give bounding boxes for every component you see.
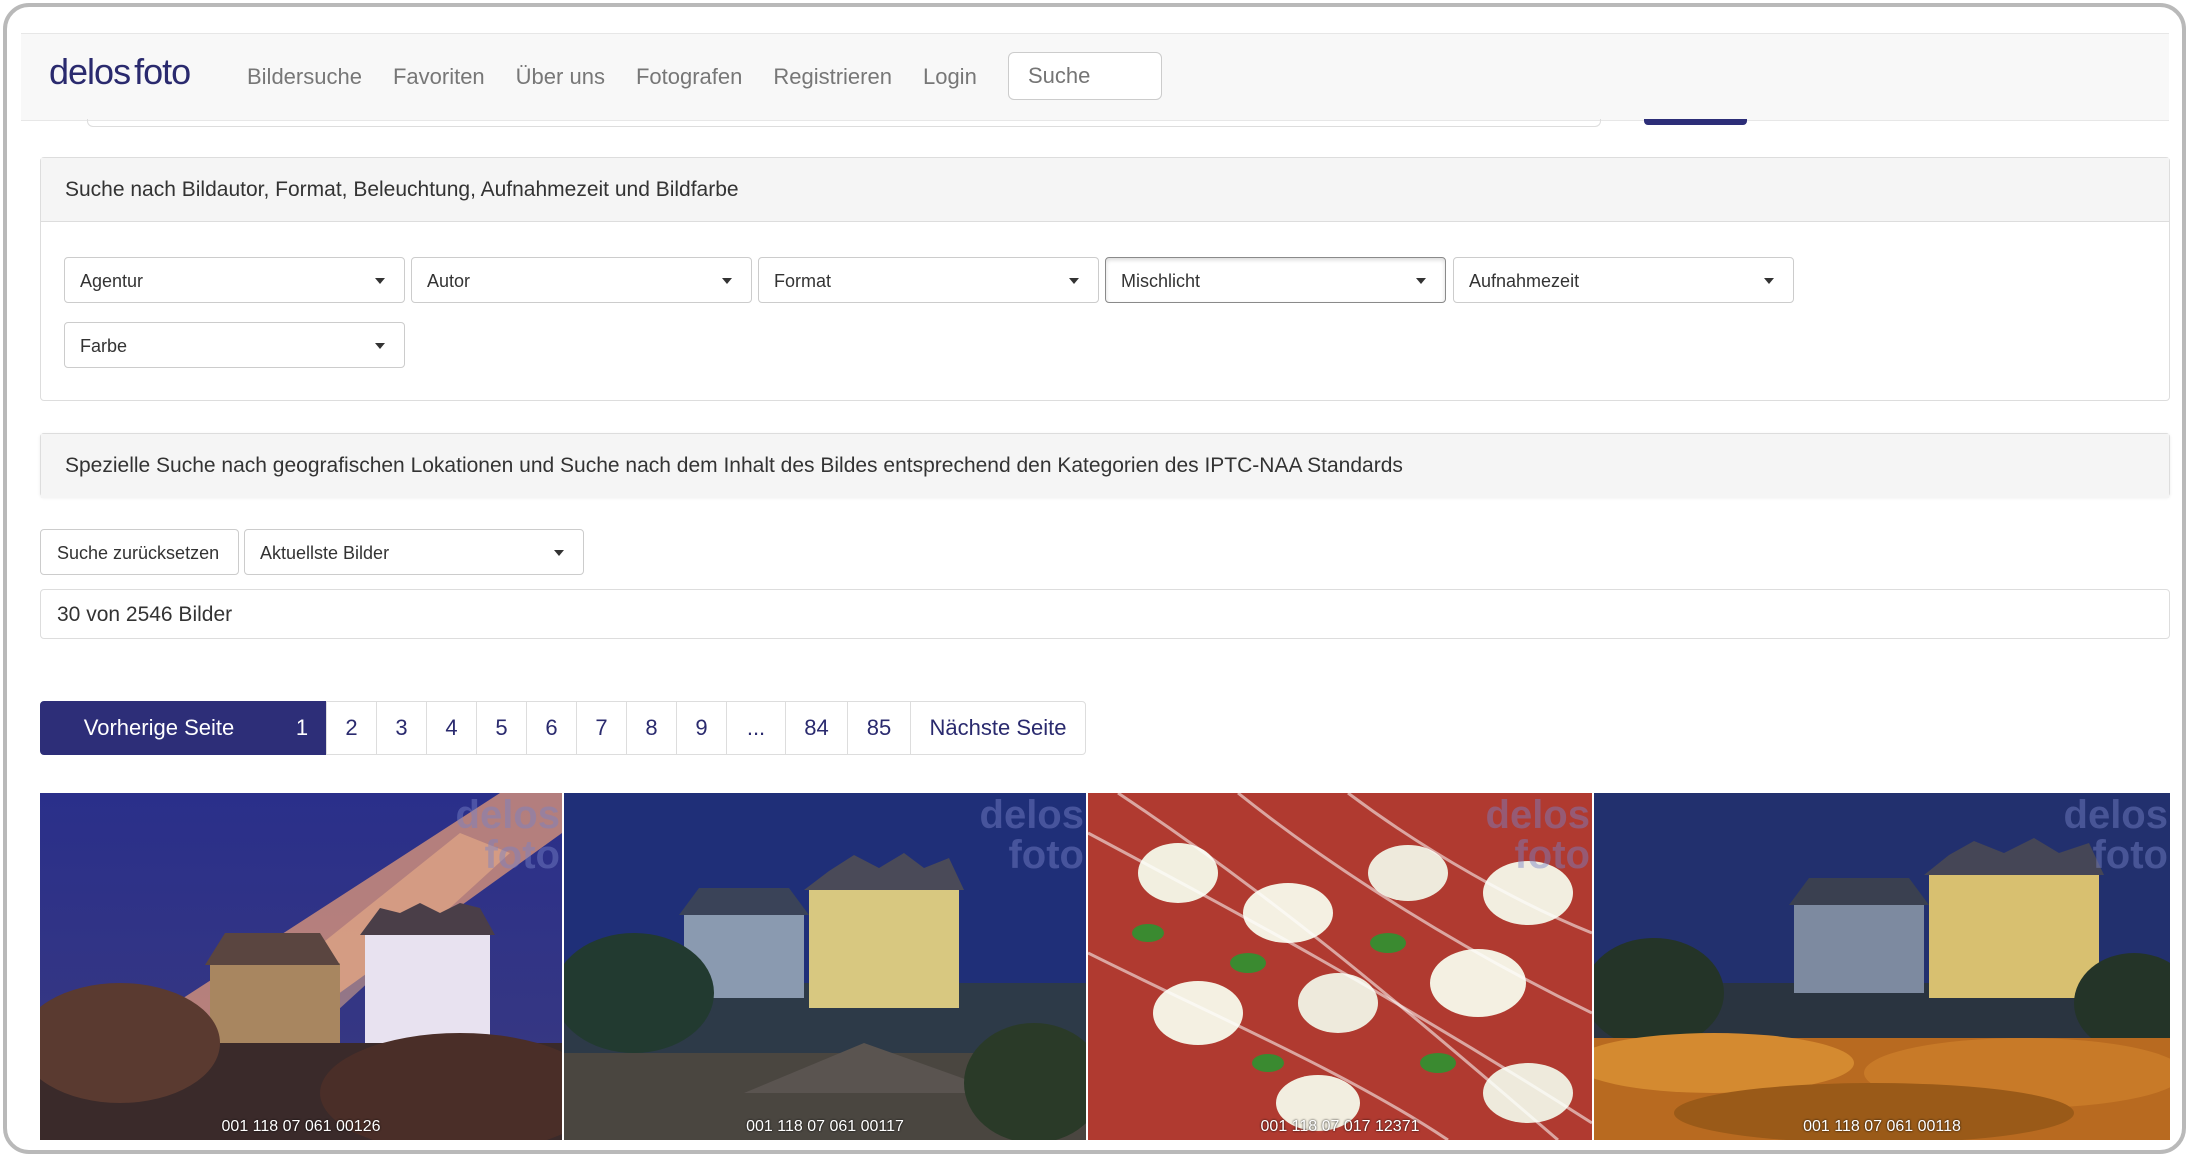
pagination-page[interactable]: 4 [426,701,477,755]
pagination-page[interactable]: 9 [676,701,727,755]
hidden-search-field-edge [87,119,1601,127]
dropdown-autor[interactable]: Autor [411,257,752,303]
nav-link-login[interactable]: Login [923,64,977,90]
sort-dropdown[interactable]: Aktuellste Bilder [244,529,584,575]
nav-link-fotografen[interactable]: Fotografen [636,64,742,90]
result-count: 30 von 2546 Bilder [40,589,2170,639]
watermark: delos foto [980,795,1084,875]
watermark: delos foto [2064,795,2168,875]
caret-down-icon [375,343,385,349]
watermark: delos foto [1486,795,1590,875]
dropdown-aufnahmezeit[interactable]: Aufnahmezeit [1453,257,1794,303]
hidden-search-button-edge [1644,119,1747,125]
watermark-line-2: foto [484,833,560,877]
nav-link-registrieren[interactable]: Registrieren [773,64,892,90]
pagination-ellipsis: ... [726,701,786,755]
nav-link-ueber-uns[interactable]: Über uns [516,64,605,90]
image-id: 001 118 07 061 00117 [746,1118,904,1135]
image-id: 001 118 07 017 12371 [1260,1118,1420,1135]
dropdown-farbe[interactable]: Farbe [64,322,405,368]
caret-down-icon [1069,278,1079,284]
image-thumbnail[interactable]: delos foto 001 118 07 017 12371 [1088,793,1592,1140]
watermark-line-2: foto [1008,833,1084,877]
pagination-page[interactable]: 3 [376,701,427,755]
caret-down-icon [1416,278,1426,284]
pagination-page[interactable]: 8 [626,701,677,755]
caret-down-icon [722,278,732,284]
nav-link-favoriten[interactable]: Favoriten [393,64,485,90]
image-id: 001 118 07 061 00126 [221,1118,381,1135]
watermark-line-1: delos [455,793,560,837]
pagination-page[interactable]: 7 [576,701,627,755]
brand-part-2: foto [134,51,191,92]
dropdown-label: Agentur [80,271,144,291]
filter-panel: Suche nach Bildautor, Format, Beleuchtun… [40,157,2170,401]
reset-search-button[interactable]: Suche zurücksetzen [40,529,239,575]
dropdown-beleuchtung[interactable]: Mischlicht [1105,257,1446,303]
watermark-line-1: delos [1485,793,1590,837]
pagination-page[interactable]: 6 [526,701,577,755]
brand-logo[interactable]: delos foto [49,51,191,93]
dropdown-label: Aufnahmezeit [1469,271,1580,291]
caret-down-icon [1764,278,1774,284]
sort-dropdown-label: Aktuellste Bilder [260,543,390,563]
caret-down-icon [554,550,564,556]
brand-part-1: delos [49,51,131,92]
dropdown-label: Autor [427,271,471,291]
image-thumbnail[interactable]: delos foto 001 118 07 061 00117 [564,793,1086,1140]
image-grid: delos foto 001 118 07 061 00126 delos foto… [40,793,2170,1140]
geo-panel-heading: Spezielle Suche nach geografischen Lokat… [41,434,2169,498]
pagination-page[interactable]: 1 [277,701,327,755]
nav-link-bildersuche[interactable]: Bildersuche [247,64,362,90]
navbar: delos foto Bildersuche Favoriten Über uns… [21,33,2169,121]
image-thumbnail[interactable]: delos foto 001 118 07 061 00118 [1594,793,2170,1140]
nav-links: Bildersuche Favoriten Über uns Fotografe… [247,64,1008,90]
pagination-page[interactable]: 5 [476,701,527,755]
watermark-line-1: delos [979,793,1084,837]
filter-panel-heading: Suche nach Bildautor, Format, Beleuchtun… [41,158,2169,222]
pagination-page[interactable]: 84 [785,701,848,755]
pagination-page[interactable]: 85 [847,701,911,755]
search-input[interactable] [1008,52,1162,100]
dropdown-label: Mischlicht [1121,271,1201,291]
browser-frame: delos foto Bildersuche Favoriten Über uns… [3,3,2186,1154]
watermark-line-2: foto [1514,833,1590,877]
dropdown-label: Farbe [80,336,128,356]
caret-down-icon [375,278,385,284]
pagination: Vorherige Seite 1 2 3 4 5 6 7 8 9 ... 84… [40,701,1086,755]
dropdown-label: Format [774,271,832,291]
watermark: delos foto [456,795,560,875]
watermark-line-1: delos [2063,793,2168,837]
pagination-prev[interactable]: Vorherige Seite [40,701,278,755]
geo-search-panel[interactable]: Spezielle Suche nach geografischen Lokat… [40,433,2170,498]
dropdown-format[interactable]: Format [758,257,1099,303]
dropdown-agentur[interactable]: Agentur [64,257,405,303]
pagination-page[interactable]: 2 [326,701,377,755]
pagination-next[interactable]: Nächste Seite [910,701,1086,755]
watermark-line-2: foto [2092,833,2168,877]
image-id: 001 118 07 061 00118 [1803,1118,1961,1135]
image-thumbnail[interactable]: delos foto 001 118 07 061 00126 [40,793,562,1140]
